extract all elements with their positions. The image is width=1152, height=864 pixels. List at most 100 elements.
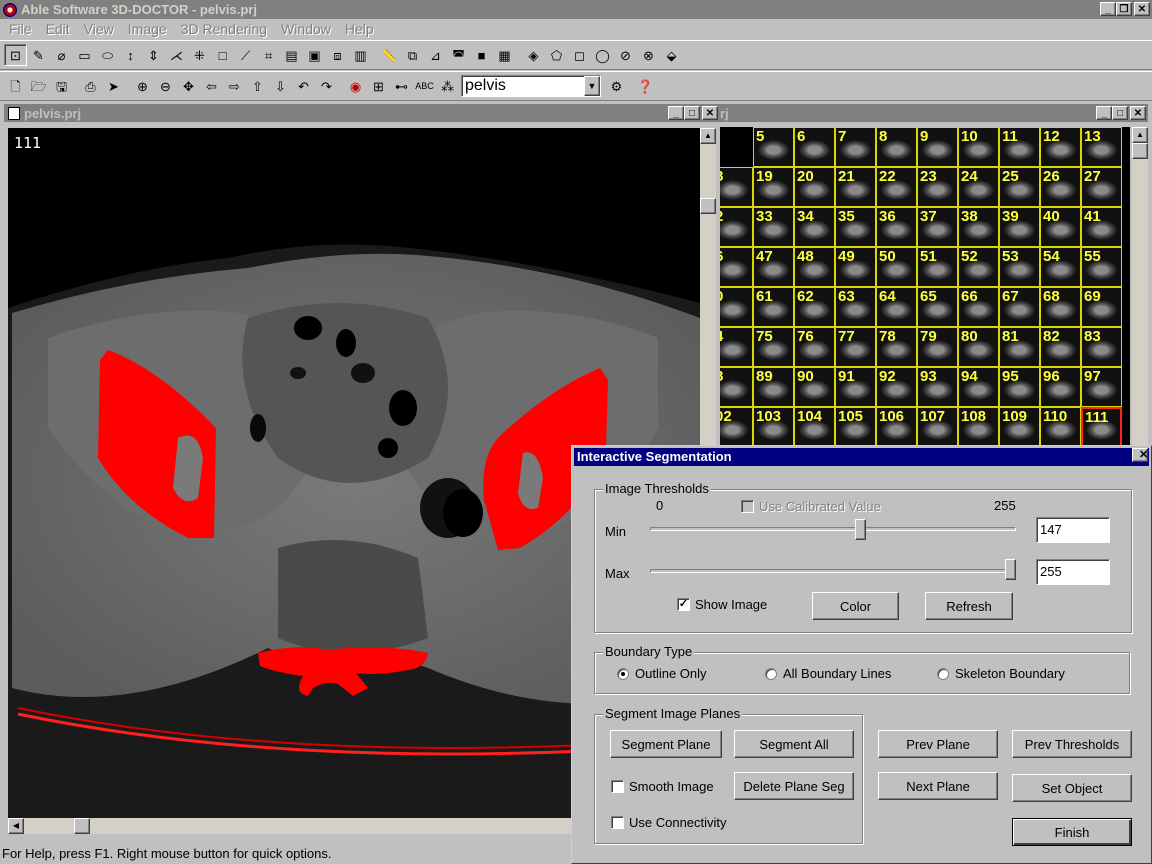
- move-vertex-icon[interactable]: ⇕: [142, 44, 165, 66]
- thumbnail-cell[interactable]: 39: [999, 207, 1040, 247]
- all-boundary-lines-radio[interactable]: All Boundary Lines: [765, 666, 891, 681]
- menu-edit[interactable]: Edit: [39, 21, 77, 37]
- segment-tool-icon[interactable]: ◉: [344, 75, 367, 97]
- circle-icon[interactable]: ◯: [591, 44, 614, 66]
- thumbnail-cell[interactable]: 6: [720, 247, 753, 287]
- vertical-scroll-thumb[interactable]: [700, 198, 716, 214]
- arrow-left-icon[interactable]: ⇦: [200, 75, 223, 97]
- thumbnail-cell[interactable]: 34: [794, 207, 835, 247]
- max-value-field[interactable]: 255: [1036, 559, 1110, 585]
- thumbnail-cell[interactable]: 13: [1081, 127, 1122, 167]
- thumbnail-cell[interactable]: 63: [835, 287, 876, 327]
- use-connectivity-checkbox[interactable]: Use Connectivity: [611, 815, 727, 830]
- arrow-down-icon[interactable]: ⇩: [269, 75, 292, 97]
- color-button[interactable]: Color: [812, 592, 899, 620]
- use-calibrated-checkbox[interactable]: Use Calibrated Value: [741, 499, 881, 514]
- prev-plane-button[interactable]: Prev Plane: [878, 730, 998, 758]
- thumbnail-cell[interactable]: 76: [794, 327, 835, 367]
- finish-button[interactable]: Finish: [1012, 818, 1132, 846]
- thumbnail-cell[interactable]: 61: [753, 287, 794, 327]
- thumbnail-cell[interactable]: 7: [835, 127, 876, 167]
- thumbnail-cell[interactable]: 19: [753, 167, 794, 207]
- object-list-icon[interactable]: ⁂: [436, 75, 459, 97]
- thumbnail-cell[interactable]: 24: [958, 167, 999, 207]
- scale-icon[interactable]: ⊷: [390, 75, 413, 97]
- smooth-image-box[interactable]: [611, 780, 624, 793]
- thumbnail-cell[interactable]: 8: [720, 167, 753, 207]
- image-maximize-button[interactable]: □: [684, 106, 700, 120]
- thumbnail-cell[interactable]: 2: [720, 207, 753, 247]
- thumbnail-cell[interactable]: 37: [917, 207, 958, 247]
- thumbnail-cell[interactable]: 33: [753, 207, 794, 247]
- thumbnail-cell[interactable]: 92: [876, 367, 917, 407]
- square-icon[interactable]: ◻: [568, 44, 591, 66]
- chart-icon[interactable]: ▦: [493, 44, 516, 66]
- thumbnail-cell[interactable]: 83: [1081, 327, 1122, 367]
- thumbnail-cell[interactable]: 53: [999, 247, 1040, 287]
- thumbnail-cell[interactable]: 106: [876, 407, 917, 447]
- thumbnail-cell[interactable]: 90: [794, 367, 835, 407]
- select-region-icon[interactable]: ⊡: [4, 44, 27, 66]
- max-slider-track[interactable]: [650, 569, 1016, 573]
- outline-only-radio-dot[interactable]: [617, 667, 629, 680]
- thumbnail-cell[interactable]: 78: [876, 327, 917, 367]
- thumbnail-cell[interactable]: 4: [720, 327, 753, 367]
- menu-file[interactable]: File: [2, 21, 39, 37]
- project-select[interactable]: pelvis ▼: [461, 75, 601, 97]
- pan-icon[interactable]: ✥: [177, 75, 200, 97]
- dialog-close-button[interactable]: ✕: [1132, 448, 1148, 462]
- thumb-scroll-up-icon[interactable]: ▲: [1132, 127, 1148, 143]
- thumbnail-cell[interactable]: 38: [958, 207, 999, 247]
- thumbnail-cell[interactable]: 81: [999, 327, 1040, 367]
- thumbnail-cell[interactable]: 75: [753, 327, 794, 367]
- diagonal-icon[interactable]: ⟋: [234, 44, 257, 66]
- image-minimize-button[interactable]: _: [668, 106, 684, 120]
- thumbnail-cell[interactable]: 54: [1040, 247, 1081, 287]
- zoom-out-icon[interactable]: ⊖: [154, 75, 177, 97]
- thumbnail-cell[interactable]: 20: [794, 167, 835, 207]
- measure-icon[interactable]: ⊿: [424, 44, 447, 66]
- label-icon[interactable]: ▤: [280, 44, 303, 66]
- thumbnail-cell[interactable]: 02: [720, 407, 753, 447]
- crop-icon[interactable]: ⌗: [257, 44, 280, 66]
- thumbnail-cell[interactable]: 89: [753, 367, 794, 407]
- thumbnail-cell[interactable]: 26: [1040, 167, 1081, 207]
- segment-all-button[interactable]: Segment All: [734, 730, 854, 758]
- scroll-up-icon[interactable]: ▲: [700, 128, 716, 144]
- print-icon[interactable]: ⎙: [79, 75, 102, 97]
- menu-3d-rendering[interactable]: 3D Rendering: [174, 21, 274, 37]
- show-image-check-icon[interactable]: ✓: [677, 598, 690, 611]
- skeleton-boundary-radio[interactable]: Skeleton Boundary: [937, 666, 1065, 681]
- thumbnail-cell[interactable]: 77: [835, 327, 876, 367]
- thumbnail-cell[interactable]: 12: [1040, 127, 1081, 167]
- thumb-maximize-button[interactable]: □: [1112, 106, 1128, 120]
- open-folder-icon[interactable]: 🗁: [27, 75, 50, 97]
- split-icon[interactable]: ⁜: [188, 44, 211, 66]
- max-slider-thumb[interactable]: [1005, 559, 1016, 580]
- skeleton-boundary-radio-dot[interactable]: [937, 667, 949, 680]
- shape-edit-icon[interactable]: ⊘: [614, 44, 637, 66]
- thumbnail-cell[interactable]: 40: [1040, 207, 1081, 247]
- thumbnail-cell[interactable]: 11: [999, 127, 1040, 167]
- thumbnail-cell[interactable]: 103: [753, 407, 794, 447]
- thumbnail-cell[interactable]: 8: [720, 367, 753, 407]
- all-boundary-lines-radio-dot[interactable]: [765, 667, 777, 680]
- thumbnail-cell[interactable]: 91: [835, 367, 876, 407]
- menu-view[interactable]: View: [77, 21, 121, 37]
- use-connectivity-box[interactable]: [611, 816, 624, 829]
- thumbnail-cell[interactable]: 69: [1081, 287, 1122, 327]
- thumbnail-cell[interactable]: 23: [917, 167, 958, 207]
- object-icon[interactable]: ⬙: [660, 44, 683, 66]
- chevron-down-icon[interactable]: ▼: [584, 76, 600, 96]
- profile-icon[interactable]: ◚: [447, 44, 470, 66]
- ruler-icon[interactable]: 📏: [378, 44, 401, 66]
- thumbnail-cell[interactable]: 67: [999, 287, 1040, 327]
- insert-vertex-icon[interactable]: ⋌: [165, 44, 188, 66]
- thumb-close-button[interactable]: ✕: [1130, 106, 1146, 120]
- fill-icon[interactable]: ■: [470, 44, 493, 66]
- segment-plane-button[interactable]: Segment Plane: [610, 730, 722, 758]
- edge-icon[interactable]: ⧈: [326, 44, 349, 66]
- app-logo-icon[interactable]: [3, 2, 17, 17]
- thumbnail-cell[interactable]: 47: [753, 247, 794, 287]
- thumbnail-cell[interactable]: 22: [876, 167, 917, 207]
